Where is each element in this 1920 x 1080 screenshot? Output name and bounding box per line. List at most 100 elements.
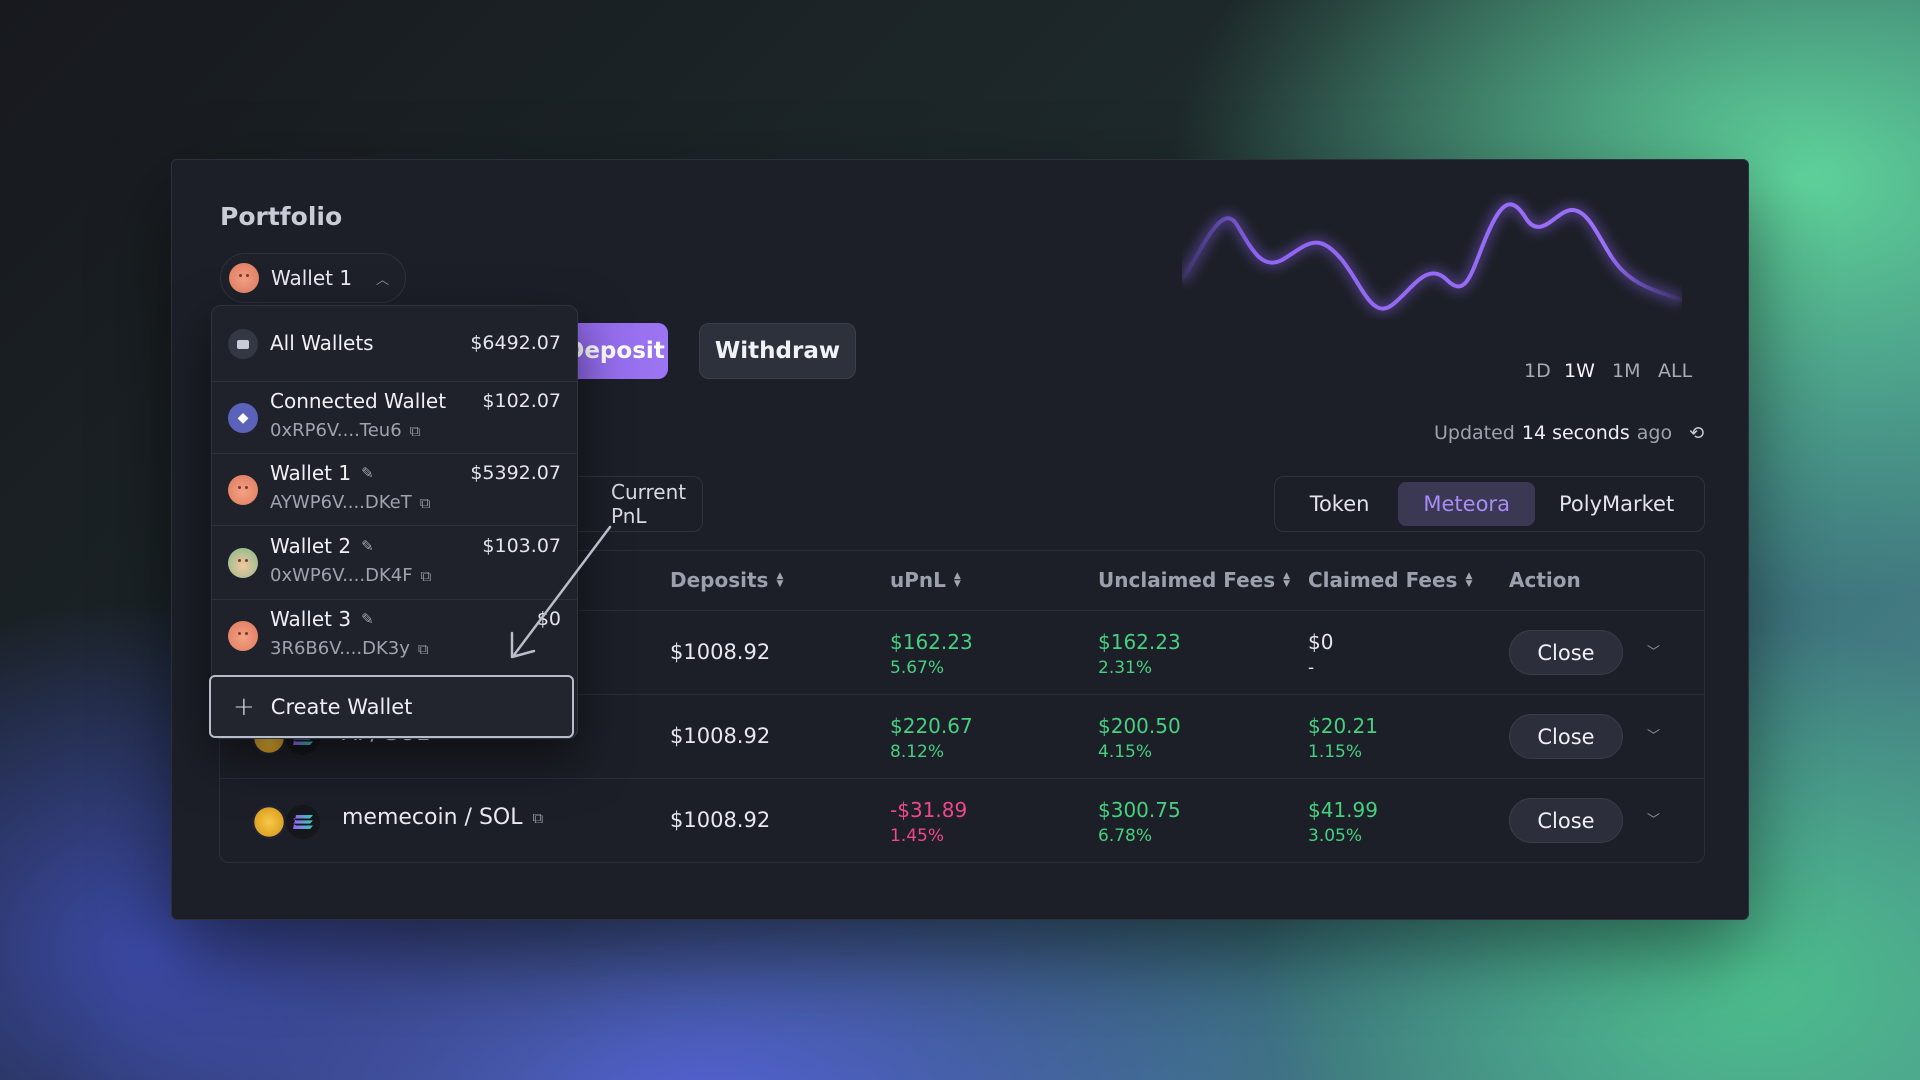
deposits-value: $1008.92 [670, 724, 771, 748]
dropdown-item-name: Wallet 2 ✎ [270, 534, 374, 558]
table-row: memecoin / SOL ⧉ $1008.92 -$31.89 1.45% … [220, 779, 1704, 862]
edit-icon[interactable]: ✎ [361, 464, 374, 482]
claimed-value: $41.99 [1308, 798, 1378, 822]
unclaimed-value: $300.75 [1098, 798, 1181, 822]
pnl-tab-label: Current PnL [611, 480, 687, 528]
page-title: Portfolio [220, 202, 343, 231]
wallet-avatar-icon [228, 548, 258, 578]
claimed-cell: $41.99 3.05% [1308, 800, 1378, 845]
header-unclaimed-label: Unclaimed Fees [1098, 568, 1276, 592]
upnl-value: $162.23 [890, 630, 973, 654]
dropdown-item-address: 0xRP6V....Teu6 ⧉ [270, 420, 420, 441]
upnl-value: $220.67 [890, 714, 973, 738]
range-1d[interactable]: 1D [1524, 360, 1551, 382]
chevron-down-icon[interactable]: ﹀ [1647, 809, 1660, 828]
upnl-percent: 5.67% [890, 658, 945, 678]
pair-label: memecoin / SOL [342, 805, 523, 830]
dropdown-item-connected-wallet[interactable]: ◆ Connected Wallet 0xRP6V....Teu6 ⧉ $102… [212, 382, 577, 454]
wallet-name: Wallet 1 [270, 461, 352, 485]
withdraw-button[interactable]: Withdraw [699, 323, 856, 379]
claimed-value: $20.21 [1308, 714, 1378, 738]
address-text: 3R6B6V....DK3y [270, 638, 410, 659]
wallet-name: Wallet 2 [270, 534, 352, 558]
dropdown-item-wallet-1[interactable]: Wallet 1 ✎ AYWP6V....DKeT ⧉ $5392.07 [212, 454, 577, 526]
wallet-selector-label: Wallet 1 [271, 266, 353, 290]
claimed-cell: $20.21 1.15% [1308, 716, 1378, 761]
dropdown-item-name: All Wallets [270, 331, 374, 355]
updated-status: Updated 14 seconds ago ⟲ [1434, 422, 1704, 444]
address-text: AYWP6V....DKeT [270, 492, 412, 513]
segment-token[interactable]: Token [1281, 482, 1398, 526]
annotation-arrow-icon [510, 525, 612, 659]
chevron-down-icon[interactable]: ﹀ [1647, 641, 1660, 660]
wallet-avatar-icon [229, 263, 259, 293]
close-position-button[interactable]: Close [1509, 630, 1623, 675]
upnl-cell: $162.23 5.67% [890, 632, 973, 677]
deposits-value: $1008.92 [670, 808, 771, 832]
upnl-percent: 1.45% [890, 826, 945, 846]
updated-value: 14 seconds [1521, 422, 1630, 444]
updated-prefix: Updated [1434, 422, 1515, 444]
range-1w[interactable]: 1W [1564, 360, 1595, 382]
memecoin-icon [250, 803, 288, 841]
dropdown-item-all-wallets[interactable]: All Wallets $6492.07 [212, 306, 577, 382]
chevron-down-icon[interactable]: ﹀ [1647, 725, 1660, 744]
unclaimed-percent: 6.78% [1098, 826, 1153, 846]
header-unclaimed-fees[interactable]: Unclaimed Fees ▲ ▼ [1098, 568, 1290, 592]
deposits-value: $1008.92 [670, 640, 771, 664]
close-position-button[interactable]: Close [1509, 714, 1623, 759]
upnl-percent: 8.12% [890, 742, 945, 762]
copy-icon[interactable]: ⧉ [420, 494, 431, 512]
portfolio-sparkline [1182, 199, 1682, 314]
refresh-icon[interactable]: ⟲ [1689, 423, 1704, 444]
unclaimed-cell: $300.75 6.78% [1098, 800, 1181, 845]
unclaimed-value: $200.50 [1098, 714, 1181, 738]
plus-icon: + [233, 691, 255, 722]
header-upnl[interactable]: uPnL ▲ ▼ [890, 568, 961, 592]
updated-suffix: ago [1636, 422, 1673, 444]
copy-icon[interactable]: ⧉ [410, 422, 421, 440]
close-position-button[interactable]: Close [1509, 798, 1623, 843]
unclaimed-percent: 2.31% [1098, 658, 1153, 678]
sort-icon: ▲ ▼ [776, 571, 784, 589]
create-wallet-button[interactable]: + Create Wallet [209, 675, 574, 738]
copy-icon[interactable]: ⧉ [421, 567, 432, 585]
dropdown-item-name: Connected Wallet [270, 389, 447, 413]
copy-icon[interactable]: ⧉ [532, 809, 543, 827]
dropdown-item-amount: $102.07 [482, 390, 561, 412]
create-wallet-label: Create Wallet [270, 694, 413, 719]
source-segmented-control: Token Meteora PolyMarket [1274, 476, 1705, 532]
unclaimed-value: $162.23 [1098, 630, 1181, 654]
dropdown-item-amount: $6492.07 [470, 332, 561, 354]
claimed-percent: - [1308, 658, 1315, 678]
header-deposits-label: Deposits [670, 568, 769, 592]
claimed-percent: 3.05% [1308, 826, 1363, 846]
dropdown-item-address: 0xWP6V....DK4F ⧉ [270, 565, 431, 586]
pair-icons [250, 799, 330, 843]
wallet-selector[interactable]: Wallet 1 ︿ [220, 253, 406, 303]
sort-icon: ▲ ▼ [953, 571, 961, 589]
range-1m[interactable]: 1M [1612, 360, 1640, 382]
claimed-percent: 1.15% [1308, 742, 1363, 762]
pair-name: memecoin / SOL ⧉ [342, 805, 543, 830]
header-deposits[interactable]: Deposits ▲ ▼ [670, 568, 783, 592]
dropdown-item-name: Wallet 1 ✎ [270, 461, 374, 485]
sol-icon [284, 803, 322, 841]
dropdown-item-address: 3R6B6V....DK3y ⧉ [270, 638, 429, 659]
dropdown-item-amount: $5392.07 [470, 462, 561, 484]
edit-icon[interactable]: ✎ [361, 610, 374, 628]
chevron-up-icon: ︿ [375, 272, 389, 288]
unclaimed-percent: 4.15% [1098, 742, 1153, 762]
segment-meteora[interactable]: Meteora [1398, 482, 1536, 526]
header-claimed-label: Claimed Fees [1308, 568, 1458, 592]
edit-icon[interactable]: ✎ [361, 537, 374, 555]
wallet-avatar-icon [228, 475, 258, 505]
upnl-value: -$31.89 [890, 798, 968, 822]
wallets-icon [228, 329, 258, 359]
unclaimed-cell: $162.23 2.31% [1098, 632, 1181, 677]
segment-polymarket[interactable]: PolyMarket [1535, 482, 1698, 526]
dropdown-item-address: AYWP6V....DKeT ⧉ [270, 492, 430, 513]
header-claimed-fees[interactable]: Claimed Fees ▲ ▼ [1308, 568, 1472, 592]
copy-icon[interactable]: ⧉ [418, 640, 429, 658]
range-all[interactable]: ALL [1658, 360, 1692, 382]
